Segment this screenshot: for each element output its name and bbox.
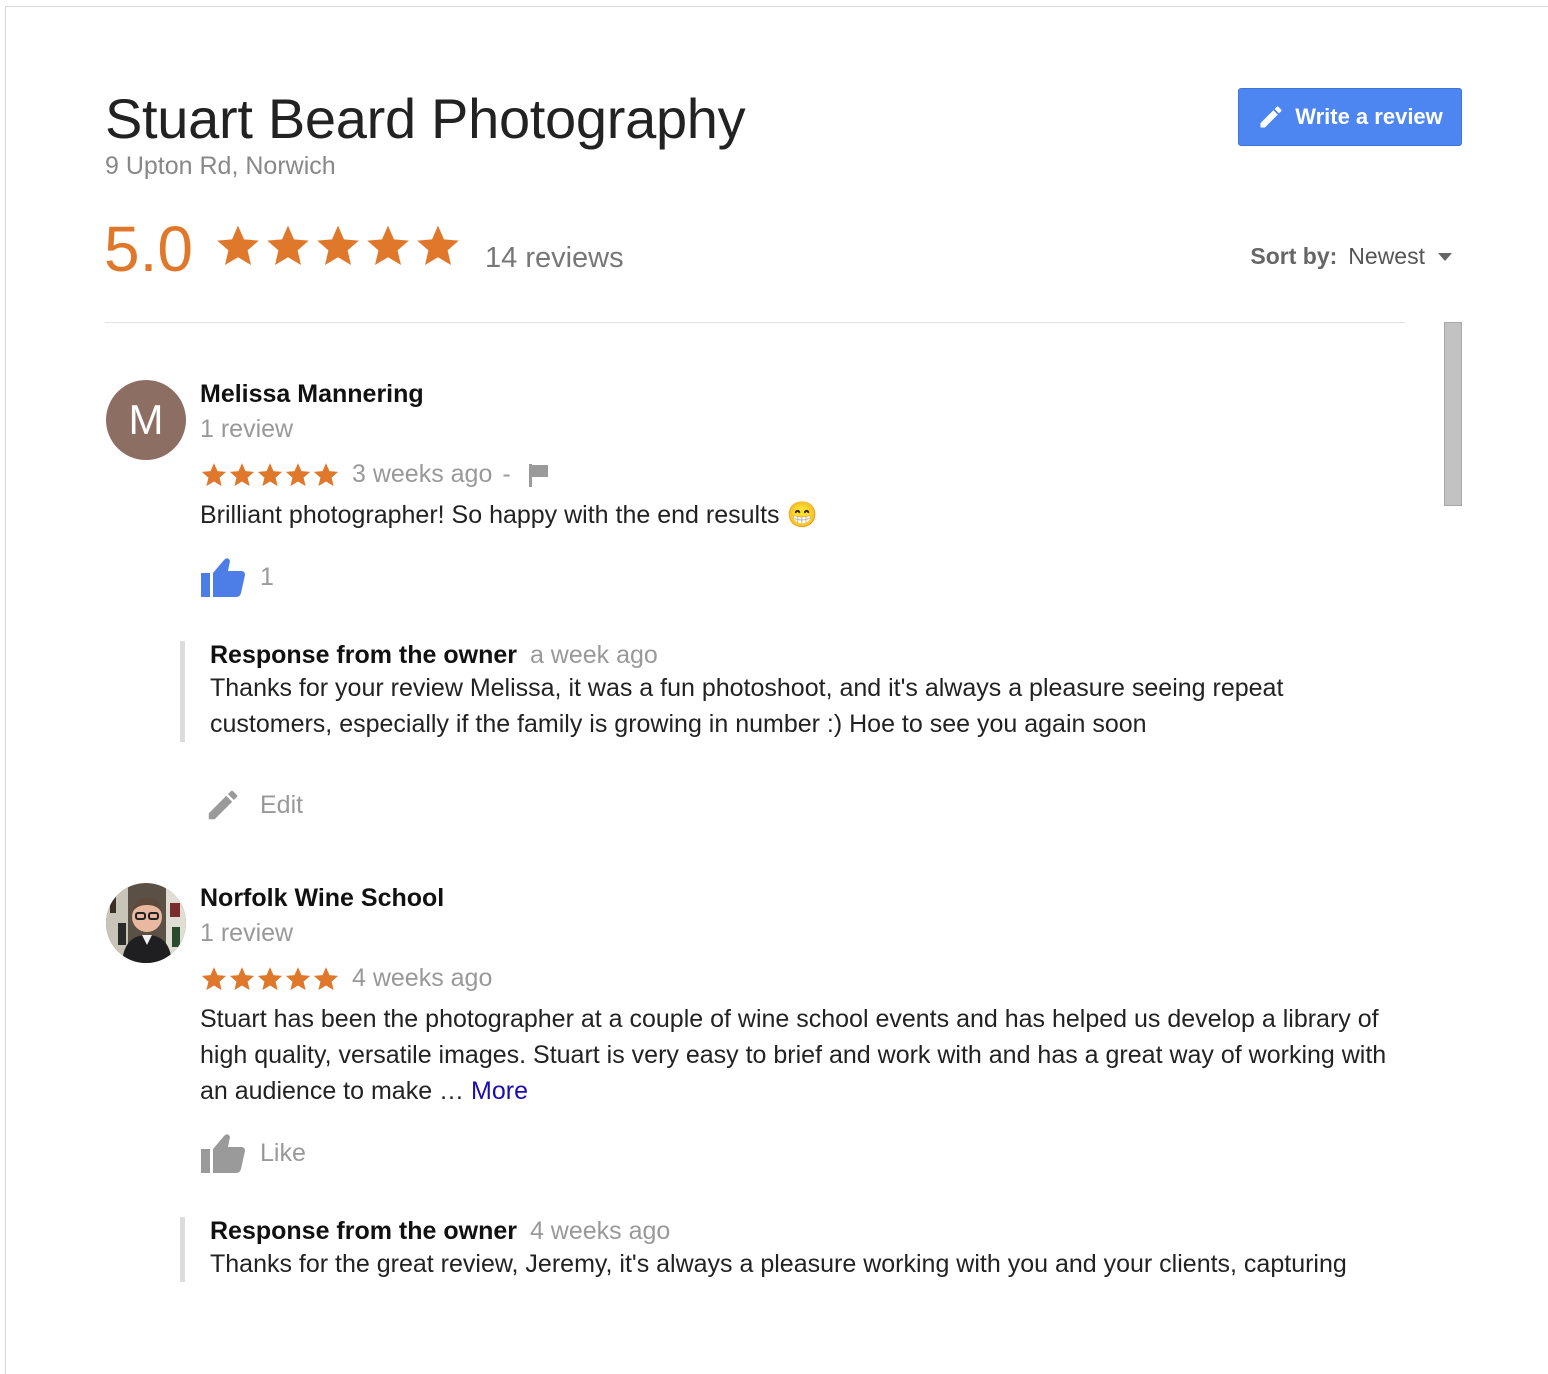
owner-response-time: a week ago bbox=[529, 641, 658, 669]
star-icon bbox=[317, 225, 359, 265]
author-review-count[interactable]: 1 review bbox=[200, 415, 293, 444]
avatar[interactable] bbox=[106, 883, 186, 963]
star-icon bbox=[217, 225, 259, 265]
thumbs-up-icon bbox=[201, 1134, 245, 1173]
review-meta: 3 weeks ago - bbox=[200, 460, 551, 489]
owner-response: Response from the owner a week ago Thank… bbox=[180, 641, 1390, 742]
sort-label: Sort by: bbox=[1250, 243, 1338, 269]
star-icon bbox=[285, 966, 311, 990]
star-icon bbox=[285, 462, 311, 486]
review-time: 3 weeks ago bbox=[352, 460, 493, 488]
more-link[interactable]: More bbox=[471, 1077, 528, 1105]
write-review-label: Write a review bbox=[1295, 104, 1443, 129]
star-icon bbox=[417, 225, 459, 265]
star-icon bbox=[367, 225, 409, 265]
like-button[interactable]: Like bbox=[200, 1132, 306, 1174]
write-review-button[interactable]: Write a review bbox=[1238, 88, 1462, 146]
profile-photo bbox=[106, 883, 186, 963]
pencil-icon bbox=[208, 790, 238, 820]
star-icon bbox=[267, 225, 309, 265]
edit-label: Edit bbox=[260, 790, 304, 819]
star-icon bbox=[201, 462, 227, 486]
owner-response-label: Response from the owner bbox=[210, 641, 517, 669]
star-icon bbox=[313, 462, 339, 486]
rating-stars bbox=[214, 222, 462, 270]
sort-dropdown[interactable]: Sort by: Newest bbox=[1250, 243, 1452, 270]
review-author[interactable]: Norfolk Wine School bbox=[200, 884, 444, 913]
review-meta: 4 weeks ago bbox=[200, 964, 492, 993]
business-address: 9 Upton Rd, Norwich bbox=[105, 152, 336, 180]
star-icon bbox=[257, 966, 283, 990]
scrollbar-thumb[interactable] bbox=[1444, 322, 1462, 506]
owner-response: Response from the owner 4 weeks ago Than… bbox=[180, 1217, 1390, 1282]
owner-response-time: 4 weeks ago bbox=[529, 1217, 671, 1245]
separator: - bbox=[502, 460, 511, 488]
review-text-content: Stuart has been the photographer at a co… bbox=[200, 1005, 1387, 1105]
review-time: 4 weeks ago bbox=[352, 964, 493, 992]
star-icon bbox=[257, 462, 283, 486]
owner-response-label: Response from the owner bbox=[210, 1217, 517, 1245]
pencil-icon bbox=[1260, 106, 1282, 128]
star-icon bbox=[201, 966, 227, 990]
owner-response-text: Thanks for the great review, Jeremy, it'… bbox=[210, 1250, 1347, 1278]
like-button[interactable]: 1 bbox=[200, 556, 274, 598]
sort-value: Newest bbox=[1348, 243, 1425, 269]
like-count: 1 bbox=[260, 562, 274, 591]
star-icon bbox=[229, 966, 255, 990]
edit-response-button[interactable]: Edit bbox=[204, 786, 303, 824]
like-label: Like bbox=[260, 1138, 306, 1167]
author-review-count[interactable]: 1 review bbox=[200, 919, 293, 948]
owner-response-header: Response from the owner a week ago bbox=[210, 641, 1390, 670]
avatar[interactable]: M bbox=[106, 380, 186, 460]
owner-response-text: Thanks for your review Melissa, it was a… bbox=[210, 674, 1284, 738]
review-count: 14 reviews bbox=[485, 242, 624, 274]
chevron-down-icon bbox=[1438, 252, 1452, 261]
flag-icon[interactable] bbox=[527, 462, 551, 488]
owner-response-header: Response from the owner 4 weeks ago bbox=[210, 1217, 1390, 1246]
divider bbox=[105, 322, 1405, 323]
thumbs-up-icon bbox=[201, 558, 245, 597]
review-stars bbox=[200, 965, 340, 993]
review-text: Stuart has been the photographer at a co… bbox=[200, 1001, 1405, 1109]
rating-score: 5.0 bbox=[104, 213, 193, 285]
star-icon bbox=[229, 462, 255, 486]
business-name: Stuart Beard Photography bbox=[105, 87, 746, 150]
review-author[interactable]: Melissa Mannering bbox=[200, 380, 424, 409]
review-text: Brilliant photographer! So happy with th… bbox=[200, 501, 818, 529]
star-icon bbox=[313, 966, 339, 990]
review-stars bbox=[200, 461, 340, 489]
